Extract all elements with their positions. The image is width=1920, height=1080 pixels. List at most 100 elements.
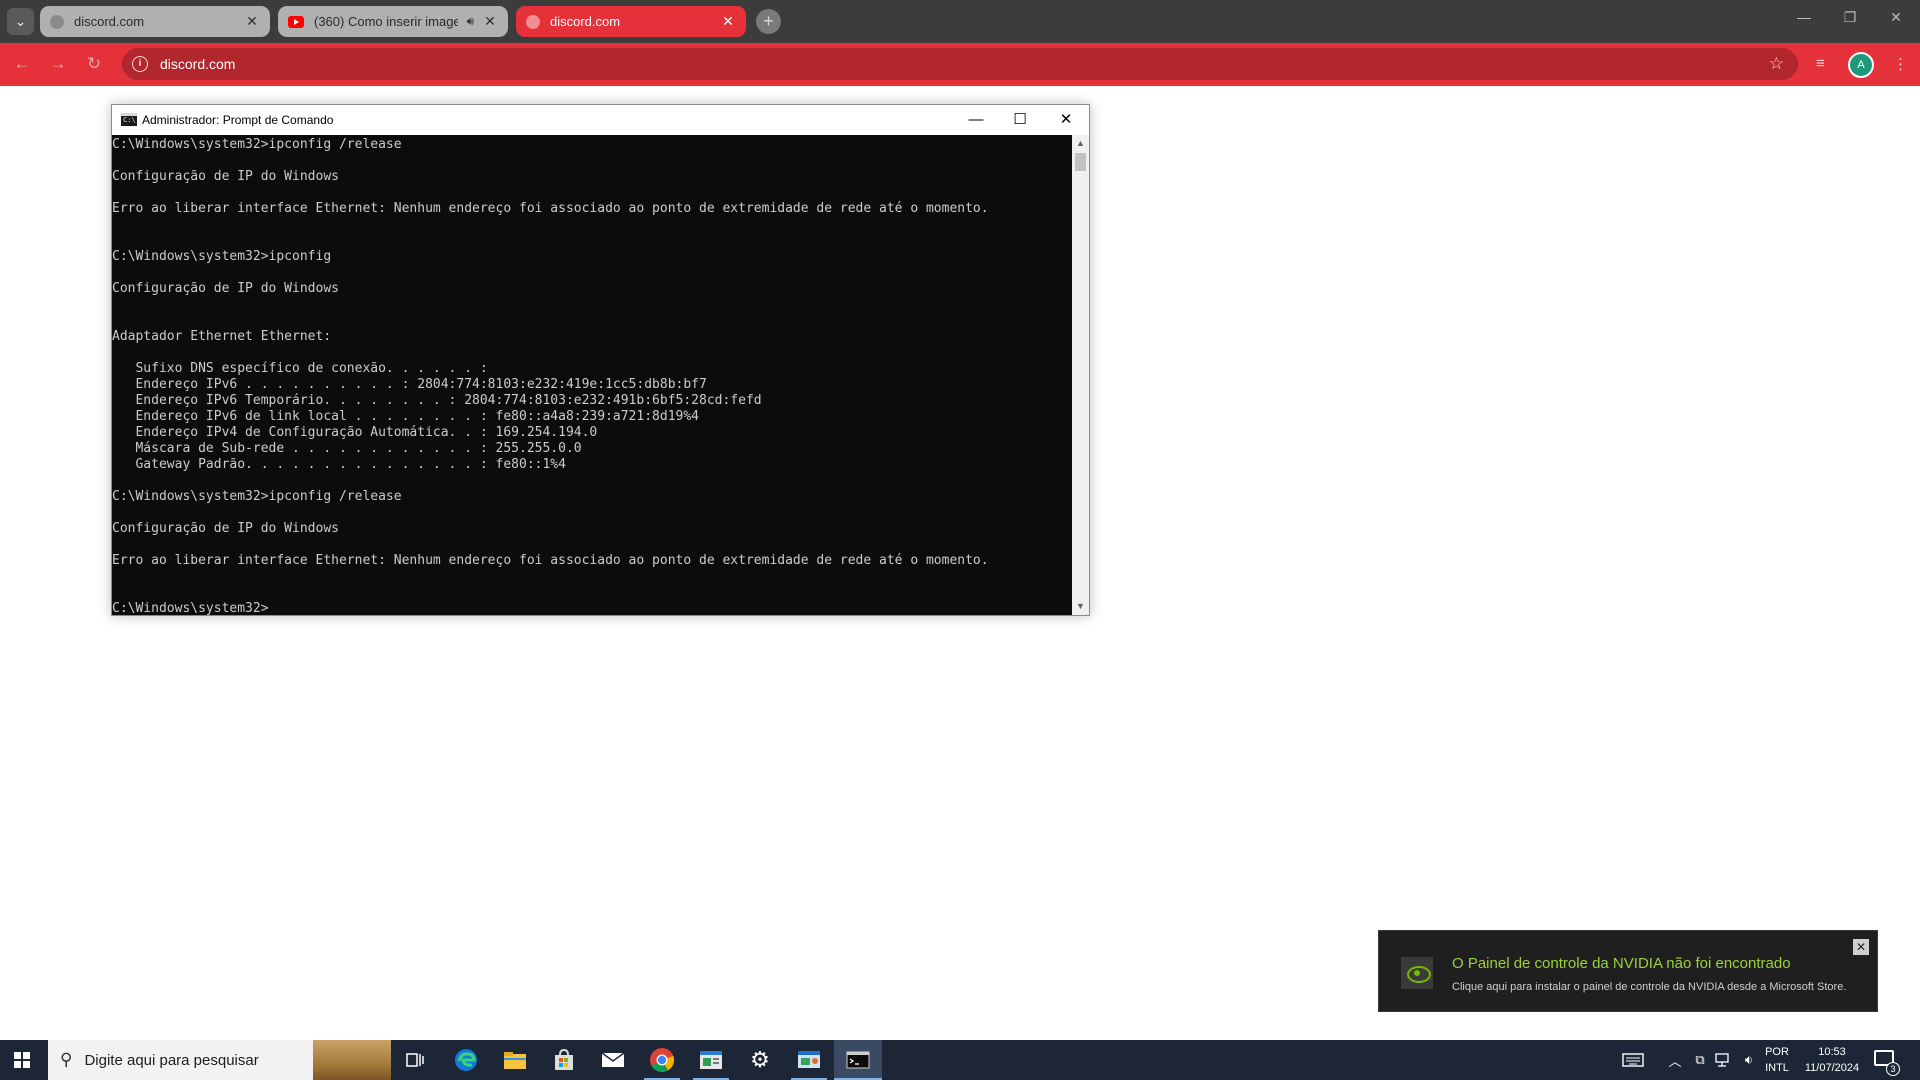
notification-close-button[interactable]: ✕ (1853, 939, 1869, 955)
browser-toolbar: ← → ↻ i discord.com ☆ ≡ A ⋮ (0, 43, 1920, 86)
chevron-up-icon: ︿ (1668, 1053, 1682, 1069)
taskbar-microsoft-store[interactable] (540, 1040, 588, 1080)
cmd-window-title: Administrador: Prompt de Comando (142, 113, 334, 127)
show-hidden-icons-button[interactable]: ︿ (1664, 1040, 1686, 1080)
reload-icon: ↻ (86, 54, 102, 73)
cmd-close-button[interactable]: ✕ (1044, 108, 1088, 132)
minimize-window-button[interactable]: — (1789, 9, 1819, 25)
youtube-icon (288, 15, 304, 28)
taskbar-search-box[interactable]: ⚲ Digite aqui para pesquisar (48, 1040, 391, 1080)
volume-button[interactable]: 🔉︎ (1738, 1040, 1760, 1080)
chrome-icon (650, 1048, 675, 1073)
tab-search-button[interactable]: ⌄ (7, 8, 34, 35)
address-url[interactable]: discord.com (160, 56, 1769, 72)
cmd-minimize-button[interactable]: — (954, 108, 998, 132)
store-icon (555, 1049, 573, 1070)
arrow-left-icon: ← (13, 54, 31, 73)
new-tab-button[interactable]: + (756, 9, 781, 34)
cmd-title-bar[interactable]: C:\ Administrador: Prompt de Comando — ☐… (112, 105, 1089, 135)
media-controls-icon[interactable]: ≡ (1816, 55, 1825, 72)
keyboard-layout: INTL (1765, 1062, 1789, 1074)
start-button[interactable] (14, 1052, 30, 1068)
cmd-console[interactable]: C:\Windows\system32>ipconfig /release Co… (112, 135, 1072, 615)
back-button[interactable]: ← (11, 54, 33, 74)
gear-icon: ⚙ (750, 1047, 770, 1072)
speaker-icon[interactable]: 🔊︎ (466, 14, 474, 29)
taskbar-file-explorer[interactable] (491, 1040, 539, 1080)
command-prompt-window[interactable]: C:\ Administrador: Prompt de Comando — ☐… (111, 104, 1090, 616)
taskbar-clock[interactable]: 10:53 11/07/2024 (1797, 1044, 1867, 1076)
cmd-icon: C:\ (121, 113, 137, 126)
search-placeholder[interactable]: Digite aqui para pesquisar (84, 1052, 313, 1069)
volume-icon: 🔉︎ (1744, 1052, 1754, 1067)
close-icon[interactable]: ✕ (482, 13, 498, 30)
clock-date: 11/07/2024 (1804, 1062, 1860, 1074)
scroll-down-icon[interactable]: ▼ (1072, 598, 1089, 615)
taskbar-chrome[interactable] (638, 1040, 686, 1080)
notification-title: O Painel de controle da NVIDIA não foi e… (1452, 955, 1791, 972)
globe-icon (526, 14, 540, 29)
taskbar-command-prompt[interactable] (834, 1040, 882, 1080)
taskbar: ⚲ Digite aqui para pesquisar ⚙ ︿ ⧉ 🔉︎ PO… (0, 1040, 1920, 1080)
control-panel-icon (798, 1051, 820, 1068)
windows-logo-icon (23, 1061, 30, 1068)
close-icon[interactable]: ✕ (720, 13, 736, 30)
restore-window-button[interactable]: ❐ (1835, 9, 1865, 26)
close-window-button[interactable]: ✕ (1881, 9, 1911, 26)
windows-logo-icon (14, 1052, 21, 1059)
scroll-up-icon[interactable]: ▲ (1072, 135, 1089, 152)
edge-icon (455, 1049, 477, 1071)
reload-button[interactable]: ↻ (83, 54, 105, 74)
forward-button[interactable]: → (47, 54, 69, 74)
taskbar-app-window[interactable] (687, 1040, 735, 1080)
folder-icon (504, 1052, 526, 1069)
search-icon: ⚲ (60, 1050, 73, 1069)
cmd-output: C:\Windows\system32>ipconfig /release Co… (112, 137, 989, 615)
profile-avatar[interactable]: A (1848, 52, 1874, 78)
touch-keyboard-button[interactable] (1618, 1040, 1648, 1080)
language-code: POR (1765, 1046, 1789, 1058)
site-info-icon[interactable]: i (132, 56, 148, 72)
tab-title: discord.com (550, 14, 621, 29)
chevron-down-icon: ⌄ (14, 13, 27, 29)
tray-app-icon[interactable]: ⧉ (1690, 1040, 1710, 1080)
app-window-icon (700, 1051, 722, 1069)
mail-icon (601, 1052, 625, 1067)
tab-discord-1[interactable]: discord.com ✕ (40, 6, 270, 37)
arrow-right-icon: → (49, 54, 67, 73)
input-language-indicator[interactable]: POR INTL (1762, 1044, 1792, 1076)
search-highlight-image[interactable] (313, 1040, 391, 1080)
plus-icon: + (763, 11, 774, 31)
tab-youtube[interactable]: (360) Como inserir imagem 🔊︎ ✕ (278, 6, 508, 37)
clock-time: 10:53 (1818, 1046, 1846, 1058)
windows-logo-icon (23, 1052, 30, 1059)
globe-icon (50, 14, 64, 29)
tab-title: discord.com (74, 14, 145, 29)
tab-title: (360) Como inserir imagem (314, 14, 459, 29)
taskbar-control-panel[interactable] (785, 1040, 833, 1080)
terminal-icon (846, 1051, 870, 1069)
taskbar-mail[interactable] (589, 1040, 637, 1080)
meet-now-icon: ⧉ (1695, 1052, 1705, 1067)
windows-logo-icon (14, 1061, 21, 1068)
task-view-icon (406, 1053, 424, 1067)
keyboard-icon (1622, 1053, 1644, 1067)
network-icon (1715, 1053, 1729, 1067)
cmd-maximize-button[interactable]: ☐ (998, 108, 1042, 132)
close-icon[interactable]: ✕ (244, 13, 260, 30)
browser-tab-strip: ⌄ discord.com ✕ (360) Como inserir image… (0, 0, 1920, 43)
cmd-scrollbar[interactable]: ▲ ▼ (1072, 135, 1089, 615)
more-menu-icon[interactable]: ⋮ (1893, 55, 1908, 73)
notification-body: Clique aqui para instalar o painel de co… (1452, 981, 1847, 993)
bookmark-star-icon[interactable]: ☆ (1769, 54, 1784, 74)
address-bar[interactable]: i discord.com ☆ (122, 48, 1798, 80)
nvidia-icon (1401, 957, 1433, 989)
task-view-button[interactable] (391, 1040, 439, 1080)
nvidia-notification[interactable]: O Painel de controle da NVIDIA não foi e… (1378, 930, 1878, 1012)
scroll-thumb[interactable] (1075, 153, 1086, 171)
taskbar-settings[interactable]: ⚙ (736, 1040, 784, 1080)
network-button[interactable] (1713, 1040, 1735, 1080)
tab-discord-active[interactable]: discord.com ✕ (516, 6, 746, 37)
notification-count-badge: 3 (1886, 1062, 1900, 1076)
taskbar-edge[interactable] (442, 1040, 490, 1080)
